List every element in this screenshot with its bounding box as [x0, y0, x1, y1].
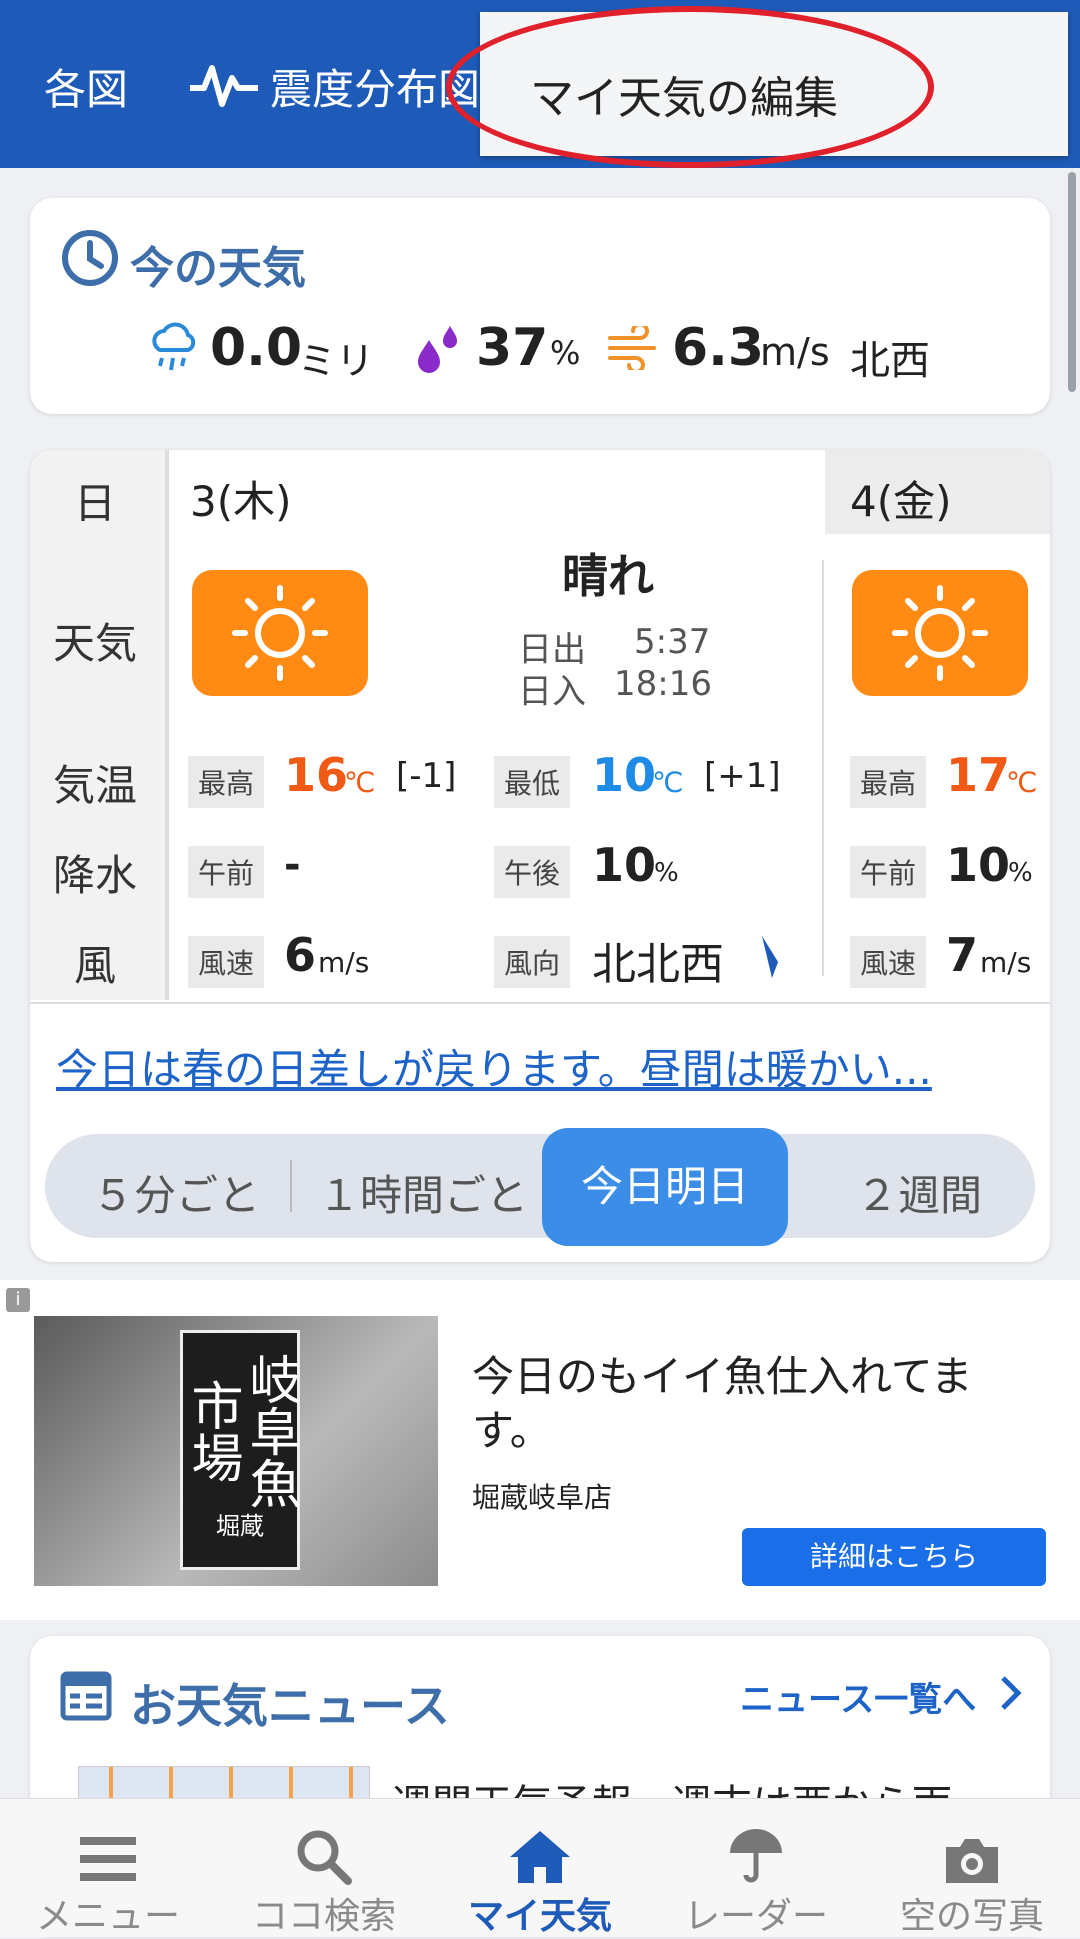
nav-radar-label: レーダー: [683, 1896, 828, 1937]
high-tag: 最高: [188, 756, 265, 808]
today-low-unit: ℃: [652, 766, 684, 799]
wind-unit: m/s: [760, 330, 830, 374]
tomorrow-high-unit: ℃: [1006, 766, 1038, 799]
precip-value: 0.0: [210, 318, 303, 378]
ad-logo: 岐阜魚市場 堀蔵: [180, 1330, 300, 1570]
tomorrow-am-precip: 10: [946, 838, 1011, 892]
umbrella-icon: [648, 1805, 864, 1885]
humidity-icon: [414, 322, 464, 378]
label-column: [30, 450, 169, 1000]
today-condition: 晴れ: [562, 549, 654, 603]
tomorrow-am-unit: %: [1008, 858, 1033, 888]
wind-icon: [606, 322, 662, 374]
tomorrow-speed-tag: 風速: [850, 936, 927, 988]
am-tag: 午前: [188, 846, 265, 898]
pulse-icon: [188, 60, 260, 114]
tomorrow-high-tag: 最高: [850, 756, 927, 808]
nav-sky-photos-label: 空の写真: [899, 1896, 1044, 1937]
nav-sky-photos[interactable]: 空の写真: [864, 1805, 1080, 1939]
nav-search-label: ココ検索: [251, 1896, 396, 1937]
sunny-icon: [192, 570, 368, 696]
home-icon: [432, 1805, 648, 1885]
speed-tag: 風速: [188, 936, 265, 988]
today-pm-precip: 10: [592, 838, 657, 892]
forecast-headline-link[interactable]: 今日は春の日差しが戻ります。昼間は暖かい...: [56, 1036, 932, 1097]
nav-menu[interactable]: メニュー: [0, 1805, 216, 1939]
row-label-wind: 風: [73, 941, 116, 990]
sunset-label: 日入: [518, 672, 586, 712]
tab-today-tomorrow[interactable]: 今日明日: [542, 1128, 788, 1246]
today-wind-unit: m/s: [318, 946, 370, 979]
ad-shop-name: 堀蔵岐阜店: [472, 1481, 613, 1514]
tomorrow-date: 4(金): [850, 477, 952, 526]
direction-tag: 風向: [494, 936, 571, 988]
today-high-unit: ℃: [344, 766, 376, 799]
ad-logo-text: 岐阜魚市場: [182, 1353, 300, 1509]
tab-2weeks[interactable]: ２週間: [856, 1162, 982, 1223]
today-low: 10: [592, 748, 657, 802]
nav-my-weather-label: マイ天気: [467, 1896, 612, 1937]
ad-info-icon[interactable]: i: [6, 1288, 30, 1312]
highlight-oval: [446, 6, 934, 168]
today-pm-unit: %: [654, 858, 679, 888]
search-icon: [216, 1805, 432, 1885]
today-high-diff: [-1]: [396, 756, 457, 796]
sunny-icon-tomorrow: [852, 570, 1028, 696]
humidity-unit: %: [550, 334, 581, 372]
wind-direction: 北西: [850, 338, 930, 384]
today-date: 3(木): [190, 477, 292, 526]
today-high: 16: [284, 748, 349, 802]
low-tag: 最低: [494, 756, 571, 808]
clock-icon: [60, 228, 120, 292]
ad-details-button[interactable]: 詳細はこちら: [742, 1528, 1046, 1586]
tomorrow-wind-speed: 7: [946, 928, 979, 982]
news-title: お天気ニュース: [130, 1679, 450, 1733]
camera-icon: [864, 1805, 1080, 1885]
today-wind-direction: 北北西: [592, 939, 724, 990]
tab-5min[interactable]: ５分ごと: [92, 1162, 260, 1223]
column-divider: [822, 560, 824, 976]
news-icon: [60, 1668, 116, 1728]
nav-menu-label: メニュー: [35, 1896, 180, 1937]
menu-icon: [0, 1805, 216, 1885]
tomorrow-am-tag: 午前: [850, 846, 927, 898]
wind-arrow-icon: [758, 932, 794, 986]
row-label-day: 日: [73, 479, 116, 528]
row-divider: [30, 1002, 1050, 1004]
today-am-precip: -: [284, 842, 301, 888]
pm-tag: 午後: [494, 846, 571, 898]
scrollbar[interactable]: [1068, 172, 1076, 392]
tomorrow-wind-unit: m/s: [980, 946, 1032, 979]
rain-cloud-icon: [146, 320, 200, 378]
tab-hourly[interactable]: １時間ごと: [318, 1162, 528, 1223]
today-wind-speed: 6: [284, 928, 317, 982]
today-low-diff: [+1]: [704, 756, 781, 796]
chevron-right-icon[interactable]: [998, 1674, 1024, 1716]
row-label-temp: 気温: [52, 761, 137, 810]
humidity-value: 37: [476, 318, 549, 378]
sunrise-time: 5:37: [634, 622, 711, 662]
tab-divider: [290, 1160, 292, 1212]
row-label-weather: 天気: [52, 619, 137, 668]
nav-radar[interactable]: レーダー: [648, 1805, 864, 1939]
row-label-precip: 降水: [52, 851, 137, 900]
ad-headline[interactable]: 今日のもイイ魚仕入れてます。: [472, 1350, 1012, 1458]
precip-unit: ミリ: [298, 339, 375, 383]
tab-map-partial[interactable]: 各図: [44, 56, 128, 117]
sunset-time: 18:16: [614, 664, 712, 704]
nav-my-weather[interactable]: マイ天気: [432, 1805, 648, 1939]
ad-logo-sub: 堀蔵: [216, 1512, 264, 1540]
nav-search[interactable]: ココ検索: [216, 1805, 432, 1939]
news-list-link[interactable]: ニュース一覧へ: [740, 1672, 976, 1721]
wind-value: 6.3: [672, 318, 765, 378]
tomorrow-high: 17: [946, 748, 1011, 802]
current-weather-title: 今の天気: [130, 243, 306, 294]
